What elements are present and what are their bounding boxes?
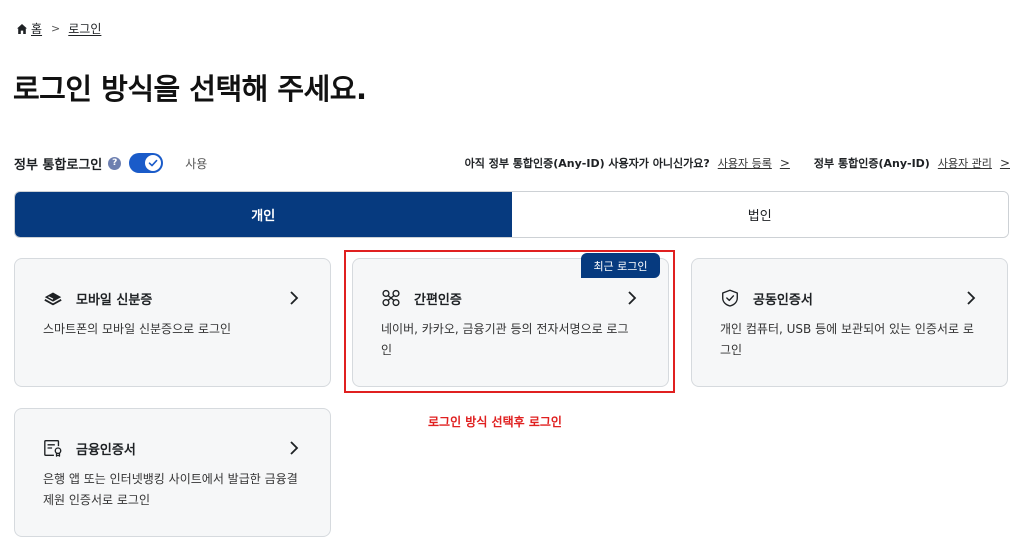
- card-mobile-id[interactable]: 모바일 신분증 스마트폰의 모바일 신분증으로 로그인: [14, 258, 331, 387]
- manage-prefix: 정부 통합인증(Any-ID): [813, 157, 930, 170]
- chevron-right-icon: [288, 290, 300, 306]
- breadcrumb-separator: >: [51, 22, 61, 35]
- toggle-knob: [145, 155, 162, 171]
- annotation-text: 로그인 방식 선택후 로그인: [428, 415, 562, 429]
- manage-user-link[interactable]: 사용자 관리 >: [938, 155, 1010, 171]
- gov-login-bar: 정부 통합로그인 ? 사용 아직 정부 통합인증(Any-ID) 사용자가 아니…: [14, 151, 1010, 175]
- shield-check-icon: [720, 288, 740, 308]
- toggle-label: 사용: [185, 156, 208, 171]
- tab-corporate[interactable]: 법인: [511, 192, 1008, 237]
- gov-login-toggle[interactable]: [129, 153, 164, 173]
- card-description: 은행 앱 또는 인터넷뱅킹 사이트에서 발급한 금융결제원 인증서로 로그인: [43, 472, 298, 507]
- check-icon: [148, 159, 158, 167]
- register-link[interactable]: 사용자 등록 >: [718, 155, 790, 171]
- card-description: 스마트폰의 모바일 신분증으로 로그인: [43, 322, 232, 336]
- chevron-right-icon: >: [999, 156, 1010, 170]
- page-title: 로그인 방식을 선택해 주세요.: [13, 72, 367, 106]
- card-finance-cert[interactable]: 금융인증서 은행 앱 또는 인터넷뱅킹 사이트에서 발급한 금융결제원 인증서로…: [14, 408, 331, 537]
- card-header: 공동인증서: [720, 287, 977, 309]
- login-type-tabs: 개인 법인: [14, 191, 1009, 238]
- manage-link-label: 사용자 관리: [937, 157, 992, 170]
- card-joint-cert[interactable]: 공동인증서 개인 컴퓨터, USB 등에 보관되어 있는 인증서로 로그인: [691, 258, 1008, 387]
- breadcrumb-home-link[interactable]: 홈: [31, 20, 42, 37]
- card-header: 금융인증서: [43, 437, 300, 459]
- highlight-box: [344, 250, 675, 393]
- register-link-label: 사용자 등록: [717, 157, 772, 170]
- chevron-right-icon: >: [779, 156, 790, 170]
- card-title: 공동인증서: [753, 292, 813, 308]
- register-question: 아직 정부 통합인증(Any-ID) 사용자가 아니신가요?: [464, 157, 710, 170]
- chevron-right-icon: [288, 440, 300, 456]
- breadcrumb-current-link[interactable]: 로그인: [68, 20, 101, 37]
- breadcrumb: 홈 > 로그인: [16, 20, 101, 37]
- gov-login-label: 정부 통합로그인: [14, 157, 103, 173]
- finance-cert-icon: [43, 438, 63, 458]
- home-icon: [17, 23, 27, 34]
- tab-personal[interactable]: 개인: [15, 192, 512, 237]
- card-title: 모바일 신분증: [76, 292, 153, 308]
- help-icon[interactable]: ?: [108, 156, 122, 170]
- account-links: 아직 정부 통합인증(Any-ID) 사용자가 아니신가요? 사용자 등록 > …: [465, 155, 1010, 171]
- chevron-right-icon: [965, 290, 977, 306]
- card-header: 모바일 신분증: [43, 287, 300, 309]
- mobile-id-icon: [43, 288, 63, 308]
- card-title: 금융인증서: [76, 442, 136, 458]
- card-description: 개인 컴퓨터, USB 등에 보관되어 있는 인증서로 로그인: [720, 322, 974, 357]
